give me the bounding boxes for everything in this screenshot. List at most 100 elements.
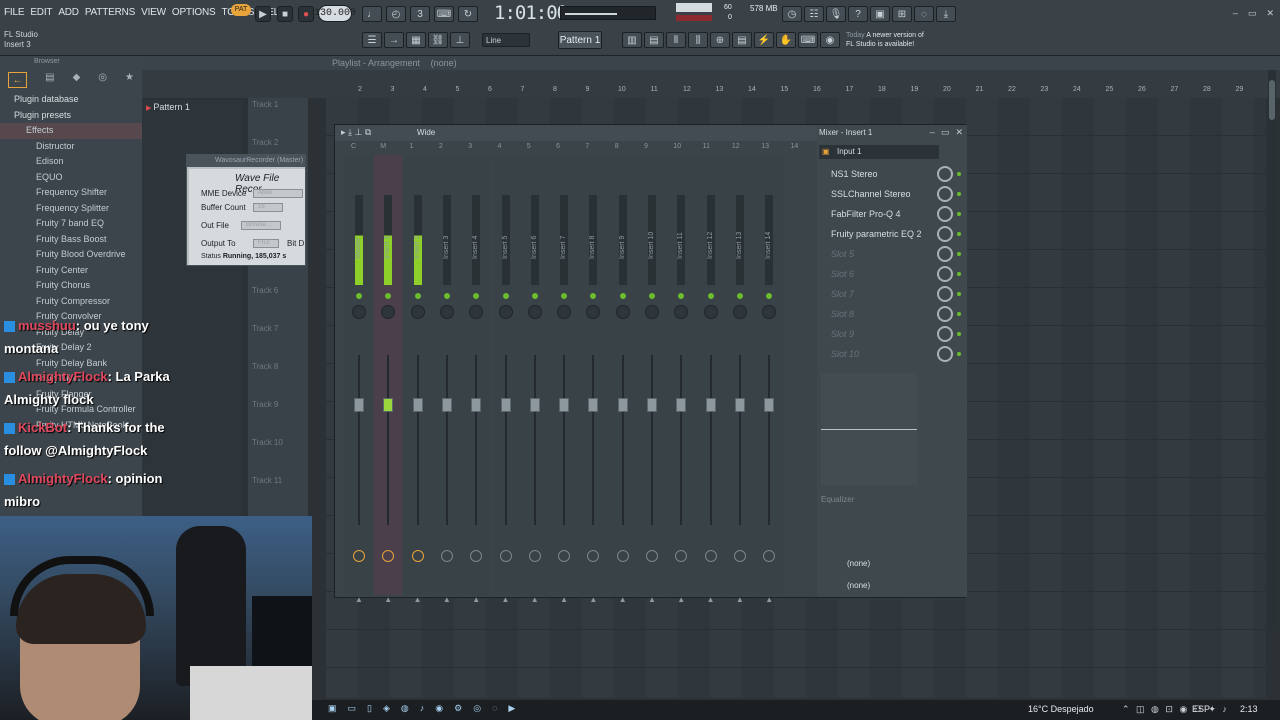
pan-knob[interactable]	[615, 305, 630, 319]
browse-button[interactable]: Browse...	[241, 221, 281, 230]
pan-knob[interactable]	[498, 305, 513, 319]
browser-item[interactable]: Edison	[0, 154, 142, 170]
route-arrow-icon[interactable]: ▲	[472, 595, 480, 604]
slot-enable-led[interactable]	[957, 212, 961, 216]
channel-button[interactable]: ⫼	[688, 32, 708, 48]
volume-fader[interactable]	[734, 398, 745, 412]
wave-recorder-titlebar[interactable]: WavosaurRecorder (Master)	[187, 155, 305, 167]
route-arrow-icon[interactable]: ▲	[531, 595, 539, 604]
media-icon[interactable]: ▶	[508, 703, 515, 714]
mix-level-knob[interactable]	[937, 166, 953, 182]
system-tray[interactable]: ⌃ ◫ ◍ ⊡ ◉ ⚇ ✦ ♪	[1122, 704, 1229, 715]
export-button[interactable]: ⤓	[936, 6, 956, 22]
track-header[interactable]: Track 9	[252, 400, 278, 409]
volume-fader[interactable]	[412, 398, 423, 412]
song-position[interactable]: 1:01:00	[494, 2, 568, 24]
browser-item[interactable]: EQUO	[0, 170, 142, 186]
fl-studio-icon[interactable]: ♪	[420, 703, 425, 714]
metronome-button[interactable]: ♩	[362, 6, 382, 22]
news-panel[interactable]: Today A newer version of FL Studio is av…	[846, 31, 924, 49]
mute-led[interactable]	[649, 293, 655, 299]
plugin-picker-button[interactable]: ⚡	[754, 32, 774, 48]
menu-add[interactable]: ADD	[58, 7, 79, 18]
channel-rack-button[interactable]: ▤	[644, 32, 664, 48]
save-button[interactable]: ▣	[870, 6, 890, 22]
output-to-field[interactable]: FILE	[253, 239, 279, 248]
pan-knob[interactable]	[439, 305, 454, 319]
slot-enable-led[interactable]	[957, 252, 961, 256]
weather-widget[interactable]: 16°C Despejado	[1028, 704, 1094, 714]
route-knob[interactable]	[382, 550, 395, 562]
cpu-panel-button[interactable]: ◷	[782, 6, 802, 22]
record-button[interactable]: ●	[298, 6, 314, 22]
mix-level-knob[interactable]	[937, 326, 953, 342]
strip-name[interactable]: Insert 1	[384, 236, 391, 259]
chrome-icon[interactable]: ◉	[435, 703, 443, 714]
settings-icon[interactable]: ⚙	[454, 703, 462, 714]
strip-name[interactable]: Insert 3	[443, 236, 450, 259]
route-arrow-icon[interactable]: ▲	[619, 595, 627, 604]
browser-item[interactable]: Effects	[0, 123, 142, 139]
mute-led[interactable]	[678, 293, 685, 299]
slot-enable-led[interactable]	[957, 192, 961, 196]
route-knob[interactable]	[528, 550, 541, 562]
volume-fader[interactable]	[471, 398, 482, 412]
pan-knob[interactable]	[674, 305, 689, 319]
mixer-insert-strip[interactable]: Insert 8 ▲	[579, 155, 608, 604]
typing-keyboard-button[interactable]: ⌨	[798, 32, 818, 48]
route-knob[interactable]	[440, 550, 453, 562]
chat-button[interactable]: ◌	[914, 6, 934, 22]
slot-enable-led[interactable]	[957, 292, 961, 296]
strip-name[interactable]: Insert 13	[736, 232, 743, 259]
effect-slot[interactable]: Fruity parametric EQ 2	[821, 225, 961, 243]
browser-item[interactable]: Plugin database	[0, 92, 142, 108]
menu-edit[interactable]: EDIT	[30, 7, 52, 18]
mute-led[interactable]	[766, 293, 773, 299]
minimize-icon[interactable]: –	[930, 127, 935, 138]
plugin-button[interactable]: ⊞	[892, 6, 912, 22]
close-icon[interactable]: ✕	[955, 127, 963, 138]
steam-icon[interactable]: ◍	[401, 703, 409, 714]
mixer-master-strip[interactable]: Master ▲	[345, 155, 373, 604]
route-arrow-icon[interactable]: ▲	[648, 595, 656, 604]
route-arrow-icon[interactable]: ▲	[707, 595, 715, 604]
mute-led[interactable]	[473, 293, 480, 299]
menu-view[interactable]: VIEW	[141, 7, 166, 18]
effect-slot[interactable]: NS1 Stereo	[821, 165, 961, 183]
taskbar-clock[interactable]: 2:13	[1240, 704, 1258, 714]
strip-name[interactable]: Insert 9	[619, 236, 626, 259]
strip-name[interactable]: Insert 8	[589, 236, 596, 259]
pan-knob[interactable]	[645, 305, 659, 319]
route-knob[interactable]	[558, 550, 571, 562]
track-header[interactable]: Track 10	[252, 438, 283, 447]
next-button[interactable]: →	[384, 32, 404, 48]
route-knob[interactable]	[353, 550, 365, 562]
effect-slot[interactable]: Slot 6	[821, 265, 961, 283]
browser-db-icon[interactable]: ◎	[98, 72, 107, 88]
mute-led[interactable]	[531, 293, 538, 299]
strip-name[interactable]: Insert 4	[472, 236, 479, 259]
mix-level-knob[interactable]	[937, 246, 953, 262]
volume-fader[interactable]	[500, 398, 511, 412]
tempo-tap-button[interactable]: ⊕	[710, 32, 730, 48]
route-arrow-icon[interactable]: ▲	[414, 595, 422, 604]
browser-item[interactable]: Fruity Bass Boost	[0, 232, 142, 248]
pan-knob[interactable]	[352, 305, 366, 319]
slot-enable-led[interactable]	[957, 232, 961, 236]
volume-fader[interactable]	[705, 398, 716, 412]
route-knob[interactable]	[587, 550, 600, 562]
effect-slot[interactable]: Slot 10	[821, 345, 961, 363]
buffer-count-field[interactable]: 16	[253, 203, 283, 212]
effect-slot[interactable]: SSLChannel Stereo	[821, 185, 961, 203]
pattern-song-toggle[interactable]: PAT	[231, 4, 251, 16]
route-arrow-icon[interactable]: ▲	[502, 595, 510, 604]
route-arrow-icon[interactable]: ▲	[355, 595, 363, 604]
pan-knob[interactable]	[469, 305, 484, 319]
effect-slot[interactable]: Slot 8	[821, 305, 961, 323]
route-knob[interactable]	[675, 550, 688, 562]
mixer-insert-strip[interactable]: Insert 6 ▲	[520, 155, 549, 604]
mixer-insert-strip[interactable]: Insert 2 ▲	[403, 155, 432, 604]
browser-item[interactable]: Fruity Blood Overdrive	[0, 247, 142, 263]
browser-files-icon[interactable]: ▤	[45, 72, 54, 88]
mix-level-knob[interactable]	[937, 266, 953, 282]
